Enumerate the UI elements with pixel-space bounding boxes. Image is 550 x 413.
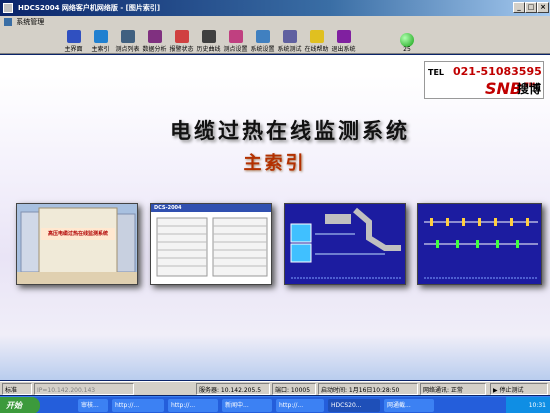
toolbar-button-label: 主界面 — [64, 46, 83, 53]
minimize-button[interactable]: _ — [513, 2, 525, 13]
taskbar: 开始 审核... http://... http://... 新闻中... ht… — [0, 396, 550, 413]
analysis-icon — [147, 30, 162, 43]
toolbar-button-1[interactable]: 主索引 — [87, 28, 114, 54]
toolbar-button-8[interactable]: 系统测试 — [276, 28, 303, 54]
toolbar-button-label: 数据分析 — [142, 46, 167, 53]
history-curve-icon — [201, 30, 216, 43]
main-index-title: 主索引 — [243, 153, 307, 174]
thumb-welcome-image — [17, 204, 137, 284]
close-button[interactable]: × — [537, 2, 549, 13]
system-settings-icon — [255, 30, 270, 43]
status-server: 服务器: 10.142.205.5 — [196, 383, 270, 395]
toolbar-button-label: 退出系统 — [331, 46, 356, 53]
system-tray: 10:31 — [506, 397, 550, 413]
thumb-table-image — [151, 204, 271, 284]
status-port: 端口: 10005 — [272, 383, 316, 395]
logo-brand-cn: 搜博 — [517, 82, 542, 96]
toolbar-button-label: 系统测试 — [277, 46, 302, 53]
logo-tel: TEL — [428, 68, 445, 77]
app-icon — [3, 3, 13, 13]
thumb-table[interactable]: DCS-2004 — [150, 203, 272, 285]
index-icon — [93, 30, 108, 43]
taskbar-item[interactable]: 新闻中... — [222, 399, 272, 412]
alarm-icon — [174, 30, 189, 43]
status-bar: 标准 IP=10.142.200.143 服务器: 10.142.205.5 端… — [0, 381, 550, 395]
toolbar-button-label: 在线帮助 — [304, 46, 329, 53]
toolbar-button-7[interactable]: 系统设置 — [249, 28, 276, 54]
logo-phone: 021-51083595 — [453, 65, 542, 78]
point-settings-icon — [228, 30, 243, 43]
stop-test-button[interactable]: ▶ 停止测试 — [490, 383, 548, 395]
start-label: 开始 — [6, 401, 22, 410]
clock: 10:31 — [528, 402, 546, 409]
stop-test-label: 停止测试 — [499, 387, 524, 394]
taskbar-item[interactable]: 网通截... — [384, 399, 434, 412]
status-mode[interactable]: 标准 — [2, 383, 32, 395]
toolbar-button-0[interactable]: 主界面 — [60, 28, 87, 54]
toolbar-button-10[interactable]: 退出系统 — [330, 28, 357, 54]
toolbar-button-2[interactable]: 测点列表 — [114, 28, 141, 54]
status-indicator-icon — [400, 33, 414, 47]
window-title: HDCS2004 网络客户机网络版 - [图片索引] — [18, 4, 161, 12]
toolbar-button-3[interactable]: 数据分析 — [141, 28, 168, 54]
status-start-time: 启动时间: 1月16日10:28:50 — [318, 383, 418, 395]
toolbar-button-4[interactable]: 报警状态 — [168, 28, 195, 54]
thumb-diagram-1[interactable] — [284, 203, 406, 285]
system-test-icon — [282, 30, 297, 43]
menu-system-management[interactable]: 系统管理 — [16, 18, 44, 26]
main-content: TEL 021-51083595 SNB™ 搜博 电缆过热在线监测系统 主索引 … — [0, 55, 550, 380]
thumb-welcome[interactable]: 高压电缆过热在线监测系统 — [16, 203, 138, 285]
title-bar: HDCS2004 网络客户机网络版 - [图片索引] _ □ × — [0, 0, 550, 16]
toolbar-button-label: 测点列表 — [115, 46, 140, 53]
taskbar-item[interactable]: HDCS20... — [328, 399, 380, 412]
list-icon — [120, 30, 135, 43]
status-count: 25 — [403, 46, 411, 53]
thumb-table-caption: DCS-2004 — [154, 205, 182, 211]
toolbar: 主界面 主索引 测点列表 数据分析 报警状态 历史曲线 测点设置 系统设置 系统测试 在线帮助 退出… — [0, 28, 550, 54]
toolbar-button-label: 历史曲线 — [196, 46, 221, 53]
background-bottom — [0, 335, 550, 380]
home-icon — [66, 30, 81, 43]
toolbar-button-9[interactable]: 在线帮助 — [303, 28, 330, 54]
taskbar-item[interactable]: http://... — [276, 399, 324, 412]
toolbar-button-label: 测点设置 — [223, 46, 248, 53]
taskbar-item[interactable]: 审核... — [78, 399, 108, 412]
status-ip: IP=10.142.200.143 — [34, 383, 134, 395]
system-title: 电缆过热在线监测系统 — [170, 118, 410, 143]
help-icon — [309, 30, 324, 43]
toolbar-button-label: 主索引 — [91, 46, 110, 53]
toolbar-button-5[interactable]: 历史曲线 — [195, 28, 222, 54]
maximize-button[interactable]: □ — [525, 2, 537, 13]
thumb-welcome-caption: 高压电缆过热在线监测系统 — [47, 231, 108, 237]
taskbar-item[interactable]: http://... — [112, 399, 164, 412]
exit-icon — [336, 30, 351, 43]
thumb-diagram-1-image — [285, 204, 405, 284]
start-button[interactable]: 开始 — [0, 397, 40, 413]
menu-bar: 系统管理 — [0, 16, 550, 28]
menu-app-icon — [4, 18, 12, 26]
toolbar-button-6[interactable]: 测点设置 — [222, 28, 249, 54]
thumb-diagram-2-image — [418, 204, 541, 284]
status-network: 网络通讯: 正常 — [420, 383, 486, 395]
toolbar-button-label: 系统设置 — [250, 46, 275, 53]
company-logo: TEL 021-51083595 SNB™ 搜博 — [424, 61, 544, 99]
toolbar-button-label: 报警状态 — [169, 46, 194, 53]
thumb-diagram-2[interactable] — [417, 203, 542, 285]
taskbar-item[interactable]: http://... — [168, 399, 218, 412]
